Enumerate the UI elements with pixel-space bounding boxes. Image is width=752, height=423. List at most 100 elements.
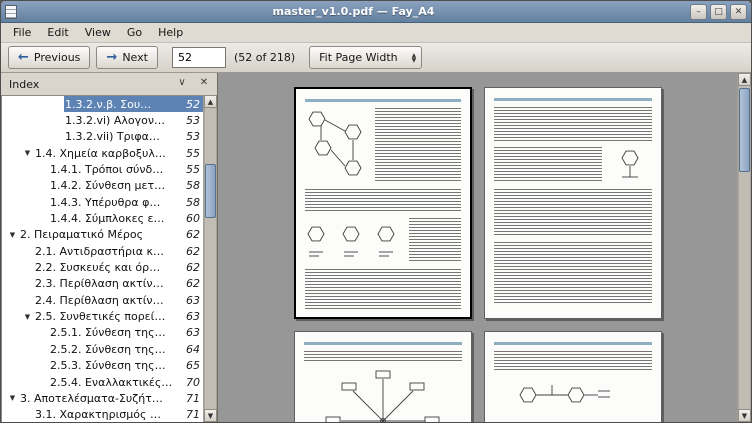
main-scroll-thumb[interactable] <box>739 88 750 172</box>
toc-item[interactable]: ▼1.4. Χημεία καρβοξυλ… 55 <box>2 145 203 161</box>
toc-item[interactable]: 2.5.3. Σύνθεση της…65 <box>2 358 203 374</box>
toc-item-inner: 2.1. Αντιδραστήρια κ…62 <box>34 243 203 259</box>
toc-item-label: 2.5.3. Σύνθεση της… <box>50 359 180 372</box>
page-header-rule <box>494 98 652 101</box>
toc-item-inner: 1.4.4. Σύμπλοκες ε…60 <box>49 210 203 226</box>
text-block <box>305 189 461 213</box>
menu-view[interactable]: View <box>77 24 119 41</box>
toc-item-label: 2.1. Αντιδραστήρια κ… <box>35 245 180 258</box>
combo-arrows-icon: ▲ ▼ <box>412 53 417 63</box>
toc-item[interactable]: 2.2. Συσκευές και όρ…62 <box>2 259 203 275</box>
toc-item-label: 2.3. Περίθλαση ακτίν… <box>35 277 180 290</box>
text-block <box>494 107 652 143</box>
toc-item-label: 1.4. Χημεία καρβοξυλ… <box>35 147 180 160</box>
expander-icon[interactable]: ▼ <box>6 227 19 243</box>
content-area: Index ∨ ✕ 1.3.2.ν.β. Σου…521.3.2.vi) Αλο… <box>1 73 751 422</box>
toc-item-inner: 1.3.2.ν.β. Σου…52 <box>64 96 203 112</box>
toc-item[interactable]: 2.5.2. Σύνθεση της… 64 <box>2 341 203 357</box>
close-button[interactable]: ✕ <box>730 4 747 20</box>
text-block <box>494 351 652 372</box>
toc-item-inner: 1.3.2.vi) Αλογον…53 <box>64 112 203 128</box>
toc-item[interactable]: 2.5.1. Σύνθεση της…63 <box>2 325 203 341</box>
page-thumbnail-1[interactable] <box>294 87 472 319</box>
toc-item-page: 58 <box>186 196 200 209</box>
previous-icon: ← <box>18 52 29 63</box>
toc-item-page: 63 <box>186 310 200 323</box>
toolbar: ← Previous → Next (52 of 218) Fit Page W… <box>1 43 751 73</box>
toc-item-page: 63 <box>186 294 200 307</box>
menu-edit[interactable]: Edit <box>39 24 76 41</box>
toc-tree: 1.3.2.ν.β. Σου…521.3.2.vi) Αλογον…531.3.… <box>1 95 203 422</box>
toc-item-page: 55 <box>186 163 200 176</box>
toc-item[interactable]: 1.3.2.ν.β. Σου…52 <box>2 96 203 112</box>
toc-item[interactable]: 3.1. Χαρακτηρισμός …71 <box>2 407 203 422</box>
toc-item-label: 2.5.2. Σύνθεση της… <box>50 343 180 356</box>
sidebar-scroll-thumb[interactable] <box>205 164 216 218</box>
page-thumbnail-2[interactable] <box>484 87 662 319</box>
window: master_v1.0.pdf — Fay_A4 – □ ✕ File Edit… <box>0 0 752 423</box>
toc-item[interactable]: ▼2. Πειραματικό Μέρος62 <box>2 227 203 243</box>
sidebar-close-icon[interactable]: ✕ <box>196 76 212 92</box>
sidebar-scroll-up-icon[interactable]: ▲ <box>204 95 217 108</box>
sidebar-view-dropdown-icon[interactable]: ∨ <box>174 76 190 92</box>
text-block <box>305 269 461 311</box>
toc-item[interactable]: 2.3. Περίθλαση ακτίν… 62 <box>2 276 203 292</box>
toc-item-label: 1.3.2.vii) Τριφα… <box>65 130 180 143</box>
sidebar: Index ∨ ✕ 1.3.2.ν.β. Σου…521.3.2.vi) Αλο… <box>1 73 217 422</box>
sidebar-title: Index <box>6 78 168 91</box>
previous-button[interactable]: ← Previous <box>8 46 90 69</box>
menu-help[interactable]: Help <box>150 24 191 41</box>
maximize-button[interactable]: □ <box>710 4 727 20</box>
next-button[interactable]: → Next <box>96 46 158 69</box>
sidebar-scroll-down-icon[interactable]: ▼ <box>204 409 217 422</box>
toc-item[interactable]: 1.3.2.vi) Αλογον…53 <box>2 112 203 128</box>
toc-item-page: 63 <box>186 326 200 339</box>
menu-go[interactable]: Go <box>119 24 150 41</box>
main-scrollbar[interactable]: ▲ ▼ <box>737 73 751 422</box>
page-thumbnail-3[interactable] <box>294 331 472 422</box>
toc-item-page: 71 <box>186 408 200 421</box>
toc-item[interactable]: 1.4.1. Τρόποι σύνδ…55 <box>2 161 203 177</box>
toc-item[interactable]: 2.1. Αντιδραστήρια κ…62 <box>2 243 203 259</box>
expander-icon[interactable]: ▼ <box>6 390 19 406</box>
toc-item-label: 1.3.2.ν.β. Σου… <box>65 98 180 111</box>
page-thumbnail-4[interactable] <box>484 331 662 422</box>
toc-item[interactable]: 1.4.3. Υπέρυθρα φ… 58 <box>2 194 203 210</box>
toc-item-label: 1.4.2. Σύνθεση μετ… <box>50 179 180 192</box>
toc-item[interactable]: 2.4. Περίθλαση ακτίν…63 <box>2 292 203 308</box>
toc-item-inner: 3. Αποτελέσματα-Συζήτ…71 <box>19 390 203 406</box>
combo-down-icon: ▼ <box>412 58 417 63</box>
text-block <box>304 351 462 363</box>
toc-item-label: 1.4.3. Υπέρυθρα φ… <box>50 196 180 209</box>
toc-item[interactable]: 2.5.4. Εναλλακτικές…70 <box>2 374 203 390</box>
toc-item-page: 55 <box>186 147 200 160</box>
toc-item[interactable]: ▼3. Αποτελέσματα-Συζήτ…71 <box>2 390 203 406</box>
zoom-value: Fit Page Width <box>319 51 397 64</box>
toc-item-page: 62 <box>186 277 200 290</box>
toc-item-page: 64 <box>186 343 200 356</box>
toc-item[interactable]: ▼2.5. Συνθετικές πορεί…63 <box>2 308 203 324</box>
menu-file[interactable]: File <box>5 24 39 41</box>
sidebar-scrollbar[interactable]: ▲ ▼ <box>203 95 217 422</box>
main-scroll-trough[interactable] <box>738 86 751 409</box>
sidebar-scroll-trough[interactable] <box>204 108 217 409</box>
text-block <box>494 189 652 237</box>
toc-item[interactable]: 1.4.2. Σύνθεση μετ…58 <box>2 178 203 194</box>
title-bar[interactable]: master_v1.0.pdf — Fay_A4 – □ ✕ <box>1 1 751 23</box>
minimize-button[interactable]: – <box>690 4 707 20</box>
expander-icon[interactable]: ▼ <box>21 309 34 325</box>
zoom-combobox[interactable]: Fit Page Width ▲ ▼ <box>309 46 422 69</box>
toc-item-inner: 2.5.1. Σύνθεση της…63 <box>49 325 203 341</box>
page-number-input[interactable] <box>172 47 226 68</box>
next-label: Next <box>122 51 148 64</box>
expander-icon[interactable]: ▼ <box>21 145 34 161</box>
main-scroll-up-icon[interactable]: ▲ <box>738 73 751 86</box>
toc-item[interactable]: 1.3.2.vii) Τριφα…53 <box>2 129 203 145</box>
page-row <box>305 108 461 184</box>
toc-item[interactable]: 1.4.4. Σύμπλοκες ε…60 <box>2 210 203 226</box>
document-canvas[interactable] <box>217 73 737 422</box>
main-scroll-down-icon[interactable]: ▼ <box>738 409 751 422</box>
toc-item-label: 2.2. Συσκευές και όρ… <box>35 261 180 274</box>
toc-item-inner: 1.3.2.vii) Τριφα…53 <box>64 129 203 145</box>
toc-item-label: 3. Αποτελέσματα-Συζήτ… <box>20 392 180 405</box>
